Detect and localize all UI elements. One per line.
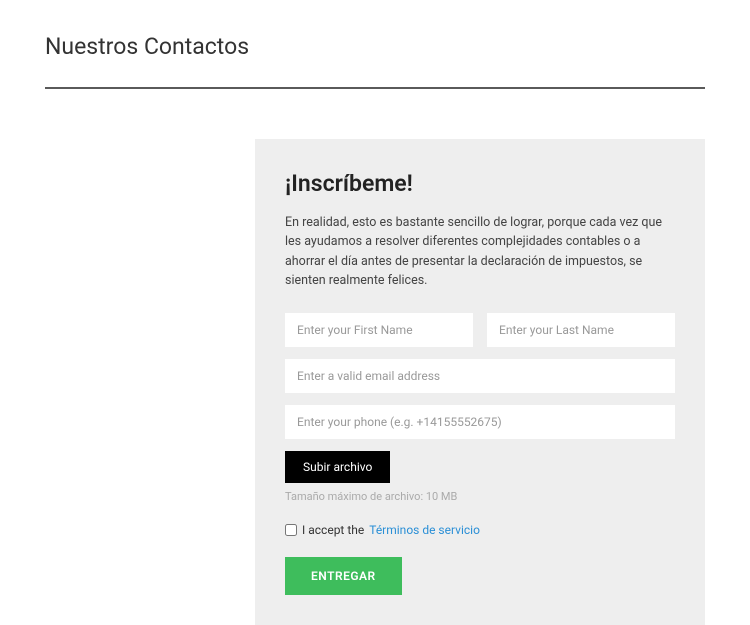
last-name-field[interactable] bbox=[487, 313, 675, 347]
section-divider bbox=[45, 87, 705, 89]
email-field[interactable] bbox=[285, 359, 675, 393]
form-description: En realidad, esto es bastante sencillo d… bbox=[285, 213, 675, 291]
submit-button[interactable]: ENTREGAR bbox=[285, 557, 402, 595]
accept-terms-label: I accept the bbox=[302, 521, 364, 539]
name-row bbox=[285, 313, 675, 347]
accept-terms-row[interactable]: I accept the Términos de servicio bbox=[285, 521, 675, 539]
terms-of-service-link[interactable]: Términos de servicio bbox=[369, 521, 480, 539]
phone-field[interactable] bbox=[285, 405, 675, 439]
upload-file-button[interactable]: Subir archivo bbox=[285, 451, 390, 483]
accept-terms-checkbox[interactable] bbox=[285, 524, 297, 536]
form-title: ¡Inscríbeme! bbox=[285, 167, 675, 202]
signup-form-panel: ¡Inscríbeme! En realidad, esto es bastan… bbox=[255, 139, 705, 625]
upload-hint: Tamaño máximo de archivo: 10 MB bbox=[285, 489, 675, 506]
first-name-field[interactable] bbox=[285, 313, 473, 347]
page-title: Nuestros Contactos bbox=[45, 30, 705, 65]
